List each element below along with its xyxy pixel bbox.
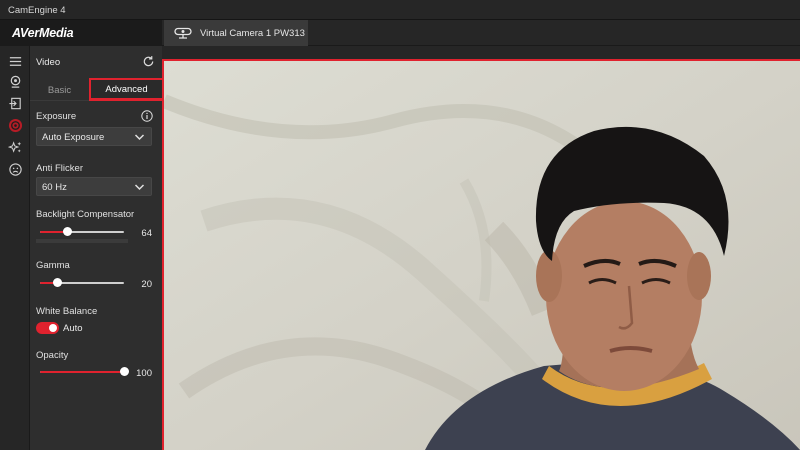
anti-flicker-dropdown[interactable]: 60 Hz xyxy=(36,177,152,196)
slider-divider xyxy=(36,239,128,243)
gamma-value: 20 xyxy=(141,279,152,290)
brand-logo: AVerMedia xyxy=(12,26,74,40)
anti-flicker-label: Anti Flicker xyxy=(36,163,83,174)
exposure-value: Auto Exposure xyxy=(42,132,105,143)
opacity-value: 100 xyxy=(136,368,152,379)
slider-thumb[interactable] xyxy=(62,227,72,236)
info-icon[interactable] xyxy=(141,110,153,122)
brand-bar: AVerMedia xyxy=(0,20,162,46)
opacity-label: Opacity xyxy=(36,350,69,361)
window-title: CamEngine 4 xyxy=(8,5,66,16)
white-balance-toggle-label: Auto xyxy=(63,323,83,334)
white-balance-label: White Balance xyxy=(36,306,98,317)
reset-icon[interactable] xyxy=(142,55,155,68)
gamma-label: Gamma xyxy=(36,260,70,271)
anti-flicker-value: 60 Hz xyxy=(42,182,67,193)
effects-sparkle-icon[interactable] xyxy=(5,138,25,156)
slider-fill xyxy=(40,371,124,373)
tab-basic[interactable]: Basic xyxy=(30,79,89,101)
tab-advanced[interactable]: Advanced xyxy=(89,78,164,101)
backlight-label: Backlight Compensator xyxy=(36,209,135,220)
white-balance-toggle[interactable] xyxy=(36,322,59,334)
backlight-slider[interactable] xyxy=(40,226,124,238)
video-preview xyxy=(162,59,800,450)
exposure-label: Exposure xyxy=(36,111,77,122)
menu-icon[interactable] xyxy=(5,52,25,70)
chevron-down-icon xyxy=(134,184,145,191)
slider-thumb[interactable] xyxy=(120,367,129,376)
icon-rail xyxy=(0,46,30,450)
left-panel: AVerMedia Video Basic Advanced Exposure … xyxy=(0,20,164,450)
settings-gear-icon[interactable] xyxy=(5,116,25,134)
section-title: Video xyxy=(36,57,61,68)
input-icon[interactable] xyxy=(5,94,25,112)
chevron-down-icon xyxy=(134,134,145,141)
exposure-dropdown[interactable]: Auto Exposure xyxy=(36,127,152,146)
settings-tabs: Basic Advanced xyxy=(30,78,164,101)
camera-tab[interactable]: Virtual Camera 1 PW313 xyxy=(164,20,308,46)
camera-icon xyxy=(174,27,192,39)
camera-tab-bar: Virtual Camera 1 PW313 xyxy=(162,20,800,46)
backlight-value: 64 xyxy=(141,228,152,239)
toggle-knob xyxy=(49,324,57,332)
opacity-slider[interactable] xyxy=(40,366,129,378)
title-bar: CamEngine 4 xyxy=(0,0,800,20)
webcam-icon[interactable] xyxy=(5,72,25,90)
slider-thumb[interactable] xyxy=(52,278,62,287)
preview-gap xyxy=(162,46,800,59)
webcam-feed-image xyxy=(164,61,800,450)
settings-panel: Video Basic Advanced Exposure Auto Expos… xyxy=(30,46,164,450)
face-icon[interactable] xyxy=(5,160,25,178)
camera-tab-label: Virtual Camera 1 PW313 xyxy=(200,28,305,39)
gamma-slider[interactable] xyxy=(40,277,124,289)
